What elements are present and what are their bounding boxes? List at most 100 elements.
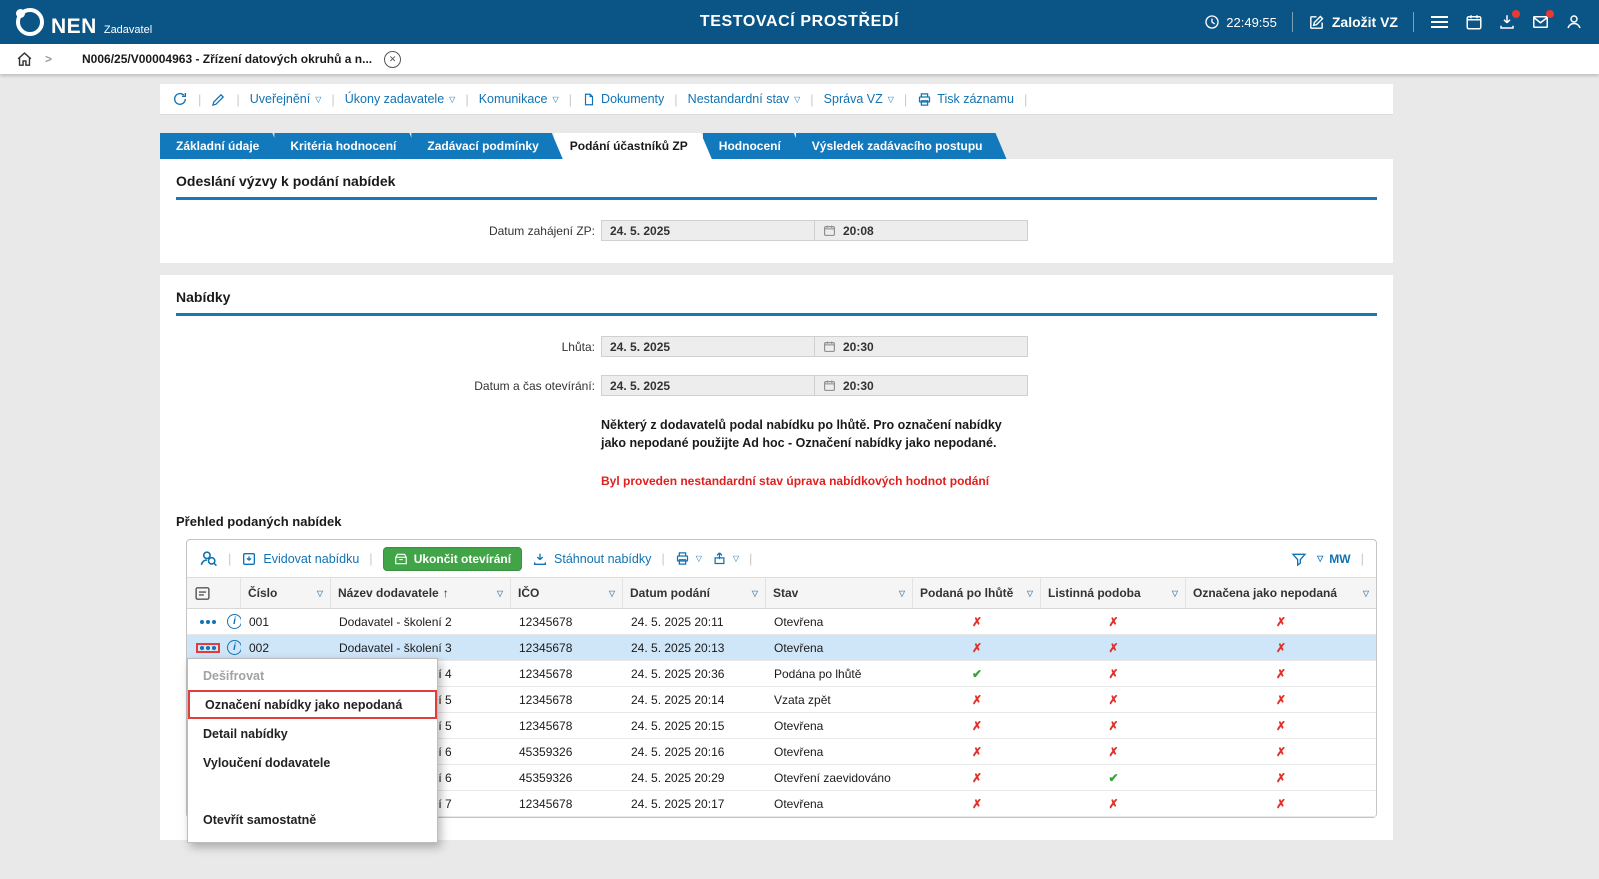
otevirani-control: 24. 5. 2025 20:30 <box>601 375 1028 396</box>
record-tabs: Základní údaje Kritéria hodnocení Zadáva… <box>160 133 1393 159</box>
late-offer-notice: Některý z dodavatelů podal nabídku po lh… <box>601 416 1028 452</box>
page: | | Uveřejnění▽ | Úkony zadavatele▽ | Ko… <box>0 74 1599 879</box>
tab-vysledek-postupu[interactable]: Výsledek zadávacího postupu <box>796 133 1007 159</box>
evidovat-icon <box>241 551 257 567</box>
menu-item-oznaceni-nepodana[interactable]: Označení nabídky jako nepodaná <box>188 690 437 719</box>
row-actions-button-highlighted[interactable] <box>196 643 220 653</box>
column-cislo[interactable]: Číslo▽ <box>241 578 331 608</box>
menu-icon[interactable] <box>1429 14 1450 30</box>
lhuta-time-input[interactable]: 20:30 <box>815 336 1028 357</box>
zalozit-vz-button[interactable]: Založit VZ <box>1308 14 1398 31</box>
filter-caret-icon[interactable]: ▽ <box>752 589 758 598</box>
column-stav[interactable]: Stav▽ <box>766 578 913 608</box>
cell-podana-po-lhute: ✗ <box>913 713 1041 738</box>
field-label-datum-zahajeni: Datum zahájení ZP: <box>176 224 595 238</box>
menu-ukony-zadavatele[interactable]: Úkony zadavatele▽ <box>345 92 456 106</box>
otevirani-date-input[interactable]: 24. 5. 2025 <box>601 375 815 396</box>
menu-item-vylouceni-dodavatele[interactable]: Vyloučení dodavatele <box>188 748 437 777</box>
menu-dokumenty[interactable]: Dokumenty <box>582 92 664 107</box>
info-icon[interactable]: i <box>227 614 241 629</box>
user-icon[interactable] <box>1565 13 1583 31</box>
row-actions-button[interactable] <box>196 617 220 627</box>
datum-zahajeni-date-input[interactable]: 24. 5. 2025 <box>601 220 815 241</box>
cell-listinna-podoba: ✗ <box>1041 687 1186 712</box>
home-icon[interactable] <box>16 51 33 68</box>
menu-item-otevrit-samostatne[interactable]: Otevřít samostatně <box>188 805 437 834</box>
calendar-icon[interactable] <box>823 224 836 237</box>
cell-podana-po-lhute: ✗ <box>913 635 1041 660</box>
filter-caret-icon[interactable]: ▽ <box>1172 589 1178 598</box>
brand-subtitle: Zadavatel <box>104 25 152 37</box>
cell-podana-po-lhute: ✗ <box>913 765 1041 790</box>
mw-layout-selector[interactable]: ▽ MW <box>1317 552 1350 566</box>
filter-caret-icon[interactable]: ▽ <box>1363 589 1369 598</box>
sort-asc-icon: ↑ <box>443 586 449 600</box>
tab-hodnoceni[interactable]: Hodnocení <box>703 133 805 159</box>
filter-icon[interactable] <box>1291 551 1307 567</box>
separator: | <box>228 551 231 566</box>
lhuta-date-input[interactable]: 24. 5. 2025 <box>601 336 815 357</box>
refresh-icon[interactable] <box>172 91 188 107</box>
column-settings-icon[interactable] <box>194 585 211 602</box>
menu-uverejneni[interactable]: Uveřejnění▽ <box>250 92 322 106</box>
section-odeslani-vyzvy: Odeslání výzvy k podání nabídek Datum za… <box>160 159 1393 263</box>
otevirani-time-input[interactable]: 20:30 <box>815 375 1028 396</box>
ukoncit-otevirani-button[interactable]: Ukončit otevírání <box>383 547 522 571</box>
column-listinna-podoba[interactable]: Listinná podoba▽ <box>1041 578 1186 608</box>
info-icon[interactable]: i <box>227 640 241 655</box>
tisk-zaznamu-button[interactable]: Tisk záznamu <box>917 92 1014 107</box>
calendar-icon[interactable] <box>823 379 836 392</box>
tab-zadavaci-podminky[interactable]: Zadávací podmínky <box>411 133 562 159</box>
calendar-icon[interactable] <box>1465 13 1483 31</box>
column-ico[interactable]: IČO▽ <box>511 578 623 608</box>
chevron-down-icon: ▽ <box>888 95 894 104</box>
cell-podana-po-lhute: ✗ <box>913 687 1041 712</box>
downloads-icon[interactable] <box>1498 13 1516 31</box>
tab-podani-ucastniku-zp[interactable]: Podání účastníků ZP <box>554 133 712 159</box>
tab-zakladni-udaje[interactable]: Základní údaje <box>160 133 283 159</box>
cell-datum-podani: 24. 5. 2025 20:13 <box>623 635 766 660</box>
menu-nestandardni-stav[interactable]: Nestandardní stav▽ <box>688 92 801 106</box>
cell-ico: 12345678 <box>511 687 623 712</box>
menu-komunikace[interactable]: Komunikace▽ <box>479 92 559 106</box>
brand-name: NEN <box>51 16 97 37</box>
export-button[interactable]: ▽ <box>712 551 739 566</box>
cell-oznacena-nepodana: ✗ <box>1186 713 1376 738</box>
tab-kriteria-hodnoceni[interactable]: Kritéria hodnocení <box>274 133 420 159</box>
edit-record-icon[interactable] <box>211 92 226 107</box>
search-participant-icon[interactable] <box>199 549 218 568</box>
filter-caret-icon[interactable]: ▽ <box>497 589 503 598</box>
filter-caret-icon[interactable]: ▽ <box>899 589 905 598</box>
close-record-icon[interactable]: ✕ <box>384 51 401 68</box>
cell-ico: 12345678 <box>511 713 623 738</box>
chevron-down-icon: ▽ <box>733 554 739 563</box>
column-datum-podani[interactable]: Datum podání▽ <box>623 578 766 608</box>
datum-zahajeni-time-input[interactable]: 20:08 <box>815 220 1028 241</box>
menu-item-detail-nabidky[interactable]: Detail nabídky <box>188 719 437 748</box>
brand[interactable]: NEN Zadavatel <box>16 8 152 37</box>
table-header-row: Číslo▽ Název dodavatele↑▽ IČO▽ Datum pod… <box>187 578 1376 609</box>
stahnout-nabidky-button[interactable]: Stáhnout nabídky <box>532 551 651 567</box>
column-nazev-dodavatele[interactable]: Název dodavatele↑▽ <box>331 578 511 608</box>
print-table-button[interactable]: ▽ <box>675 551 702 566</box>
column-podana-po-lhute[interactable]: Podaná po lhůtě▽ <box>913 578 1041 608</box>
separator: | <box>1361 551 1364 566</box>
cell-listinna-podoba: ✗ <box>1041 713 1186 738</box>
filter-caret-icon[interactable]: ▽ <box>609 589 615 598</box>
chevron-down-icon: ▽ <box>794 95 800 104</box>
cell-stav: Otevřena <box>766 791 913 816</box>
evidovat-nabidku-button[interactable]: Evidovat nabídku <box>241 551 359 567</box>
column-oznacena-nepodana[interactable]: Označena jako nepodaná▽ <box>1186 578 1376 608</box>
chevron-down-icon: ▽ <box>1317 554 1323 563</box>
printer-icon <box>675 551 690 566</box>
breadcrumb-record[interactable]: N006/25/V00004963 - Zřízení datových okr… <box>82 52 372 66</box>
mail-icon[interactable] <box>1531 13 1550 31</box>
cell-datum-podani: 24. 5. 2025 20:15 <box>623 713 766 738</box>
filter-caret-icon[interactable]: ▽ <box>1027 589 1033 598</box>
calendar-icon[interactable] <box>823 340 836 353</box>
separator: | <box>749 551 752 566</box>
header-settings-cell[interactable] <box>187 578 241 608</box>
menu-sprava-vz[interactable]: Správa VZ▽ <box>824 92 894 106</box>
filter-caret-icon[interactable]: ▽ <box>317 589 323 598</box>
table-row[interactable]: i 001 Dodavatel - školení 2 12345678 24.… <box>187 609 1376 635</box>
